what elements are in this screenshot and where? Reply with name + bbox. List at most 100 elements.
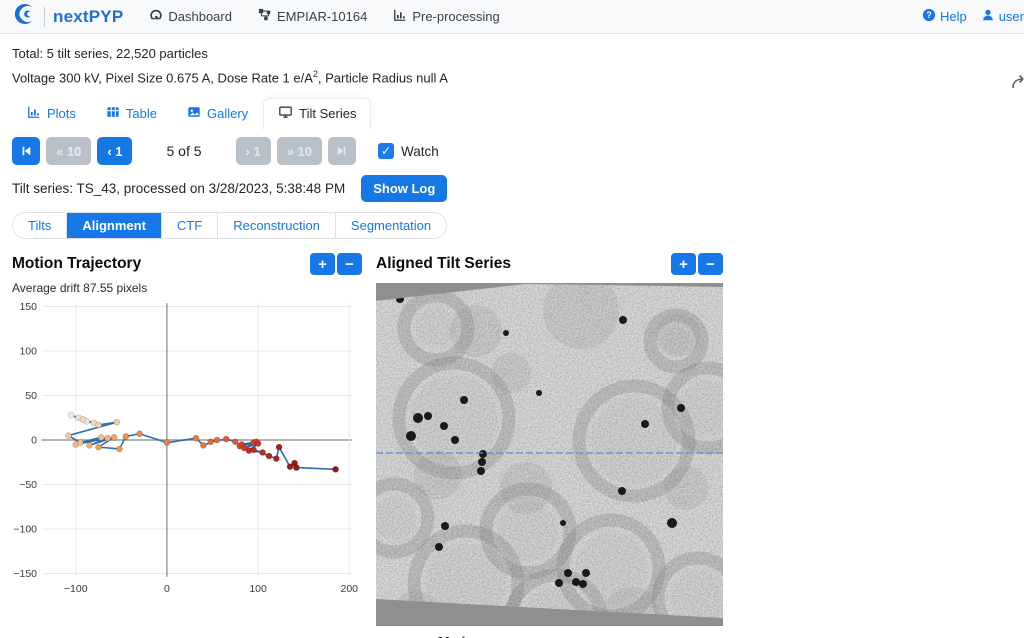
gallery-icon [187, 105, 201, 122]
summary-line-1: Total: 5 tilt series, 22,520 particles [12, 44, 1012, 64]
brand[interactable]: nextPYP [12, 2, 123, 31]
svg-text:100: 100 [249, 583, 267, 595]
show-log-button[interactable]: Show Log [361, 175, 447, 202]
trajectory-point [98, 435, 104, 441]
trajectory-point [223, 436, 229, 442]
tab-ctf[interactable]: CTF [162, 213, 218, 238]
zoom-out-button[interactable]: − [698, 253, 723, 275]
table-icon [106, 105, 120, 122]
trajectory-point [111, 435, 117, 441]
panel-title: Motion Trajectory [12, 255, 141, 273]
svg-text:?: ? [926, 10, 931, 20]
tab-tilt-series[interactable]: Tilt Series [263, 98, 371, 130]
tab-segmentation[interactable]: Segmentation [336, 213, 446, 238]
svg-text:100: 100 [19, 346, 37, 358]
first-page-button[interactable] [12, 137, 40, 165]
watch-label: Watch [401, 144, 439, 159]
summary-line-2: Voltage 300 kV, Pixel Size 0.675 A, Dose… [12, 64, 1012, 88]
tab-reconstruction[interactable]: Reconstruction [218, 213, 336, 238]
trajectory-point [333, 467, 339, 473]
help-link[interactable]: ? Help [922, 8, 967, 25]
trajectory-point [200, 443, 206, 449]
trajectory-point [114, 420, 120, 426]
brand-name: nextPYP [53, 7, 123, 27]
trajectory-point [65, 433, 71, 439]
trajectory-point [266, 453, 272, 459]
trajectory-point [293, 465, 299, 471]
tab-table[interactable]: Table [91, 98, 172, 130]
watch-toggle[interactable]: ✓ Watch [378, 143, 439, 159]
aligned-tilt-series-panel: Aligned Tilt Series + − [376, 253, 723, 638]
tab-label: Tilt Series [299, 106, 356, 121]
trajectory-point [273, 456, 279, 462]
trajectory-point [96, 422, 102, 428]
svg-text:−100: −100 [64, 583, 88, 595]
forward-10-button[interactable]: » 10 [277, 137, 322, 165]
nav-item-project[interactable]: EMPIAR-10164 [258, 8, 367, 25]
trajectory-point [137, 431, 143, 437]
project-icon [258, 8, 272, 25]
tab-gallery[interactable]: Gallery [172, 98, 263, 130]
trajectory-point [68, 412, 74, 418]
user-icon [981, 8, 995, 25]
average-drift-label: Average drift 87.55 pixels [12, 281, 362, 295]
top-navbar: nextPYP Dashboard EMPIAR-10164 Pre-proce… [0, 0, 1024, 34]
motion-trajectory-panel: Motion Trajectory + − Average drift 87.5… [12, 253, 362, 638]
panel-title: Aligned Tilt Series [376, 255, 511, 273]
user-label: user [999, 9, 1024, 24]
nav-item-preprocessing[interactable]: Pre-processing [393, 8, 499, 25]
brand-divider [44, 7, 45, 27]
motion-trajectory-chart: 150100500−50−100−150−1000100200 [12, 297, 359, 597]
tilt-image[interactable] [376, 283, 723, 626]
last-page-button[interactable] [328, 137, 356, 165]
svg-text:−150: −150 [13, 568, 37, 580]
plots-icon [27, 105, 41, 122]
nav-item-label: EMPIAR-10164 [277, 9, 367, 24]
trajectory-point [73, 442, 79, 448]
page-status: 5 of 5 [166, 143, 201, 159]
trajectory-point [86, 443, 92, 449]
tab-label: Gallery [207, 106, 248, 121]
trajectory-point [251, 447, 257, 453]
trajectory-point [232, 439, 238, 445]
trajectory-point [164, 440, 170, 446]
trajectory-point [117, 446, 123, 452]
nav-item-label: Dashboard [168, 9, 232, 24]
trajectory-point [123, 434, 129, 440]
main-content: Total: 5 tilt series, 22,520 particles V… [0, 34, 1024, 638]
forward-1-button[interactable]: › 1 [236, 137, 271, 165]
trajectory-point [105, 436, 111, 442]
pagination-bar: « 10 ‹ 1 5 of 5 › 1 » 10 ✓ Watch [12, 137, 1012, 165]
user-link[interactable]: user [981, 8, 1024, 25]
gauge-icon [149, 8, 163, 25]
tab-plots[interactable]: Plots [12, 98, 91, 130]
view-tabs: Plots Table Gallery Tilt Series [12, 98, 1012, 130]
trajectory-point [96, 444, 102, 450]
zoom-in-button[interactable]: + [310, 253, 335, 275]
trajectory-point [255, 441, 261, 447]
svg-text:−50: −50 [19, 479, 37, 491]
chart-icon [393, 8, 407, 25]
tab-label: Plots [47, 106, 76, 121]
trajectory-point [276, 444, 282, 450]
detail-tabs: Tilts Alignment CTF Reconstruction Segme… [12, 212, 447, 239]
zoom-out-button[interactable]: − [337, 253, 362, 275]
share-icon[interactable] [1011, 74, 1024, 95]
back-1-button[interactable]: ‹ 1 [97, 137, 132, 165]
svg-text:−100: −100 [13, 524, 37, 536]
tilt-series-info: Tilt series: TS_43, processed on 3/28/20… [12, 181, 345, 196]
trajectory-point [214, 437, 220, 443]
svg-text:150: 150 [19, 301, 37, 313]
tab-tilts[interactable]: Tilts [13, 213, 67, 238]
watch-checkbox[interactable]: ✓ [378, 143, 394, 159]
svg-text:0: 0 [31, 435, 37, 447]
nav-item-dashboard[interactable]: Dashboard [149, 8, 232, 25]
tab-alignment[interactable]: Alignment [67, 213, 162, 238]
monitor-icon [278, 105, 293, 122]
nav-item-label: Pre-processing [412, 9, 499, 24]
help-label: Help [940, 9, 967, 24]
trajectory-point [260, 450, 266, 456]
back-10-button[interactable]: « 10 [46, 137, 91, 165]
zoom-in-button[interactable]: + [671, 253, 696, 275]
trajectory-point [208, 439, 214, 445]
